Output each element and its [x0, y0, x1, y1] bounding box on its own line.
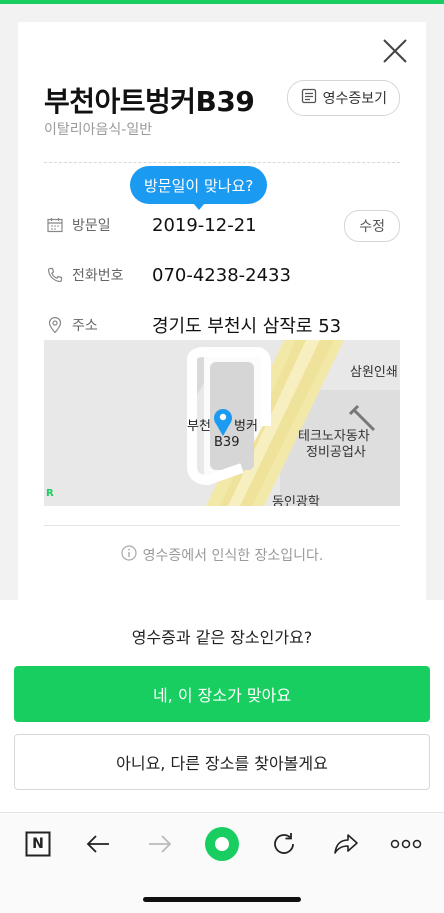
calendar-icon	[44, 214, 66, 236]
place-name: 부천아트벙커B39	[44, 85, 255, 118]
dashed-divider	[44, 162, 400, 163]
map-poi-label: 정비공업사	[306, 445, 366, 460]
phone-row: 전화번호 070-4238-2433	[44, 260, 400, 290]
map-place-label-part2: 벙커	[234, 419, 258, 434]
recognition-note: 영수증에서 인식한 장소입니다.	[18, 545, 426, 565]
place-card: 부천아트벙커B39 이탈리아음식-일반 영수증보기 방문일이 맞나요? 방문일 …	[18, 22, 426, 612]
address-label: 주소	[72, 318, 98, 334]
divider	[44, 525, 400, 526]
naver-home-letter: N	[32, 836, 44, 852]
home-indicator	[143, 897, 301, 902]
map-edge-label: R	[46, 488, 54, 499]
share-icon[interactable]	[326, 827, 366, 861]
phone-value[interactable]: 070-4238-2433	[152, 265, 291, 286]
forward-arrow-icon	[140, 827, 180, 861]
green-dot-menu-icon[interactable]	[202, 827, 242, 861]
back-arrow-icon[interactable]	[78, 827, 118, 861]
find-other-place-button[interactable]: 아니요, 다른 장소를 찾아볼게요	[14, 734, 430, 790]
view-receipt-button[interactable]: 영수증보기	[286, 80, 400, 116]
confirmation-sheet: 영수증과 같은 장소인가요? 네, 이 장소가 맞아요 아니요, 다른 장소를 …	[0, 600, 444, 812]
map-place-label-part1: 부천	[187, 419, 211, 434]
map-poi-label: 삼원인쇄	[350, 365, 398, 380]
confirm-date-tooltip: 방문일이 맞나요?	[130, 166, 268, 210]
map-place-label-line2: B39	[214, 435, 239, 450]
receipt-icon	[300, 87, 318, 109]
refresh-icon[interactable]	[264, 827, 304, 861]
close-icon[interactable]	[380, 36, 410, 66]
info-icon	[120, 545, 137, 565]
visit-date-label: 방문일	[72, 218, 111, 234]
address-row: 주소 경기도 부천시 삼작로 53	[44, 310, 400, 340]
view-receipt-label: 영수증보기	[322, 91, 387, 107]
location-map[interactable]: 부천 벙커 B39 삼원인쇄 테크노자동차 정비공업사 동인광학 R	[44, 340, 400, 506]
location-pin-icon	[44, 314, 66, 336]
visit-date-value: 2019-12-21	[152, 214, 257, 236]
edit-date-button[interactable]: 수정	[344, 210, 400, 242]
confirmation-question: 영수증과 같은 장소인가요?	[131, 628, 313, 647]
map-poi-label: 동인광학	[272, 495, 320, 506]
more-options-icon[interactable]	[386, 827, 426, 861]
naver-home-icon[interactable]: N	[18, 827, 58, 861]
top-accent-bar	[0, 0, 444, 4]
phone-label: 전화번호	[72, 268, 124, 284]
place-category: 이탈리아음식-일반	[44, 122, 153, 138]
address-value: 경기도 부천시 삼작로 53	[152, 316, 342, 337]
confirm-place-button[interactable]: 네, 이 장소가 맞아요	[14, 666, 430, 722]
phone-icon	[44, 264, 66, 286]
map-poi-label: 테크노자동차	[298, 429, 370, 444]
browser-toolbar: N	[0, 812, 444, 913]
recognition-note-text: 영수증에서 인식한 장소입니다.	[142, 548, 324, 564]
